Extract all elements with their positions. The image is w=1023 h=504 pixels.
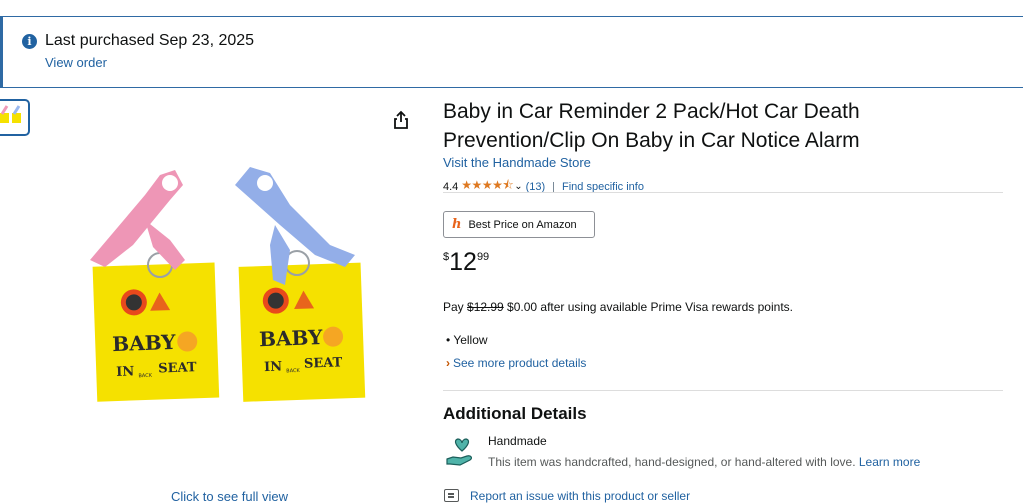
chevron-down-icon[interactable]: ⌄ [514, 181, 522, 192]
price: $1299 [443, 248, 489, 277]
sign-text-seat: SEAT [158, 360, 197, 376]
best-price-button[interactable]: h Best Price on Amazon [443, 211, 595, 238]
view-order-link[interactable]: View order [45, 55, 107, 70]
rating-value: 4.4 [443, 180, 459, 193]
pay-suffix: $0.00 after using available Prime Visa r… [503, 300, 793, 314]
pay-prefix: Pay [443, 300, 468, 314]
sign-text-seat-2: SEAT [304, 355, 343, 371]
info-icon: i [22, 34, 37, 49]
see-more-label: See more product details [453, 356, 587, 370]
divider-2 [443, 390, 1003, 391]
review-count-link[interactable]: (13) [526, 181, 546, 193]
see-full-view-link[interactable]: Click to see full view [171, 489, 288, 504]
find-specific-info-link[interactable]: Find specific info [562, 181, 644, 193]
pay-strike-price: $12.99 [467, 300, 504, 314]
rating-row: 4.4 ★★★★⯪ ⌄ (13) | Find specific info [443, 176, 644, 197]
chevron-right-icon: › [446, 356, 450, 370]
divider [443, 192, 1003, 193]
price-tracker-icon: h [452, 217, 462, 232]
price-whole: 12 [449, 248, 477, 276]
report-icon [444, 489, 459, 502]
prime-visa-pay-line: Pay $12.99 $0.00 after using available P… [443, 300, 793, 314]
sign-text-baby-2: BABY [259, 325, 324, 351]
product-title: Baby in Car Reminder 2 Pack/Hot Car Deat… [443, 100, 860, 152]
learn-more-link[interactable]: Learn more [859, 455, 920, 469]
price-symbol: $ [443, 251, 450, 263]
share-icon[interactable] [391, 110, 411, 130]
sign-text-in-2: IN [264, 359, 283, 375]
see-more-details-link[interactable]: › See more product details [446, 356, 586, 370]
sign-text-baby: BABY [112, 330, 177, 356]
best-price-label: Best Price on Amazon [468, 218, 577, 231]
product-main-image[interactable]: BABY IN BACK SEAT BABY IN BACK SEAT [75, 155, 385, 410]
bullet-color: • Yellow [446, 333, 488, 347]
image-thumbnail[interactable] [0, 99, 30, 136]
sign-text-in: IN [116, 364, 135, 380]
price-fraction: 99 [476, 251, 490, 263]
handmade-desc-text: This item was handcrafted, hand-designed… [488, 455, 859, 469]
additional-details-heading: Additional Details [443, 404, 587, 423]
last-purchased-text: Last purchased Sep 23, 2025 [45, 32, 255, 49]
sign-text-back-2: BACK [286, 368, 300, 374]
store-link[interactable]: Visit the Handmade Store [443, 155, 591, 170]
separator: | [552, 180, 556, 193]
star-rating-icon[interactable]: ★★★★⯪ [461, 176, 513, 197]
report-issue-link[interactable]: Report an issue with this product or sel… [470, 489, 690, 503]
sign-text-back: BACK [138, 373, 152, 379]
handmade-icon [445, 437, 478, 470]
handmade-title: Handmade [488, 434, 547, 448]
handmade-description: This item was handcrafted, hand-designed… [488, 455, 920, 469]
last-purchased-banner: i Last purchased Sep 23, 2025 View order [0, 16, 1023, 88]
